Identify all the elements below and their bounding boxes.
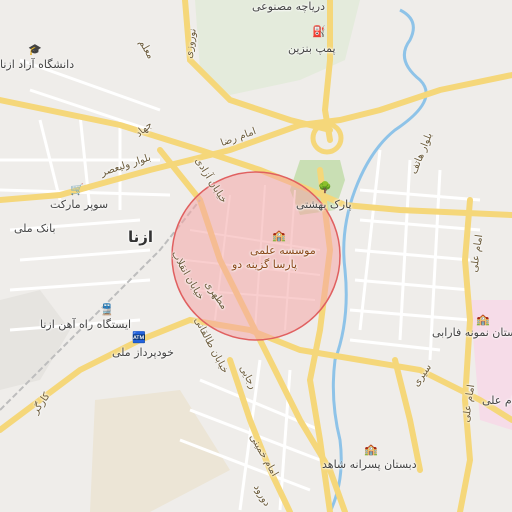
poi-rail-station[interactable]: ایستگاه راه آهن ازنا	[40, 318, 131, 331]
poi-super-market[interactable]: سوپر مارکت	[50, 198, 108, 211]
poi-institute-line2[interactable]: پارسا گزینه دو	[232, 258, 297, 271]
school-icon: 🏫	[272, 229, 286, 242]
fuel-pump-icon: ⛽	[312, 25, 326, 38]
poi-shahed-school[interactable]: دبستان پسرانه شاهد	[322, 458, 417, 471]
city-label: ازنا	[128, 228, 154, 246]
poi-park-behesht[interactable]: پارک بهشتی	[296, 198, 352, 211]
school-icon: 🏫	[476, 313, 490, 326]
poi-pump-benzin[interactable]: پمپ بنزین	[288, 42, 336, 55]
atm-icon: 🏧	[132, 331, 146, 344]
graduation-cap-icon: 🎓	[28, 43, 42, 56]
poi-institute-line1[interactable]: موسسه علمی	[250, 244, 316, 257]
poi-darya-masnooi[interactable]: دریاچه مصنوعی	[252, 0, 325, 13]
tree-icon: 🌳	[318, 181, 332, 194]
map-view[interactable]: ازنا امام رضا بلوار ولیعصر خیابان آزادی …	[0, 0, 512, 512]
poi-farabi-school[interactable]: دبستان نمونه فارابی	[432, 326, 512, 339]
school-icon: 🏫	[364, 443, 378, 456]
poi-amam-ali-partial[interactable]: امام علی	[482, 394, 512, 407]
train-icon: 🚆	[100, 303, 114, 316]
poi-azad-university[interactable]: دانشگاه آزاد ازنا	[0, 58, 74, 71]
poi-bank-melli[interactable]: بانک ملی	[14, 222, 56, 235]
poi-khodro-melli[interactable]: خودپرداز ملی	[112, 346, 174, 359]
shopping-cart-icon: 🛒	[70, 183, 84, 196]
